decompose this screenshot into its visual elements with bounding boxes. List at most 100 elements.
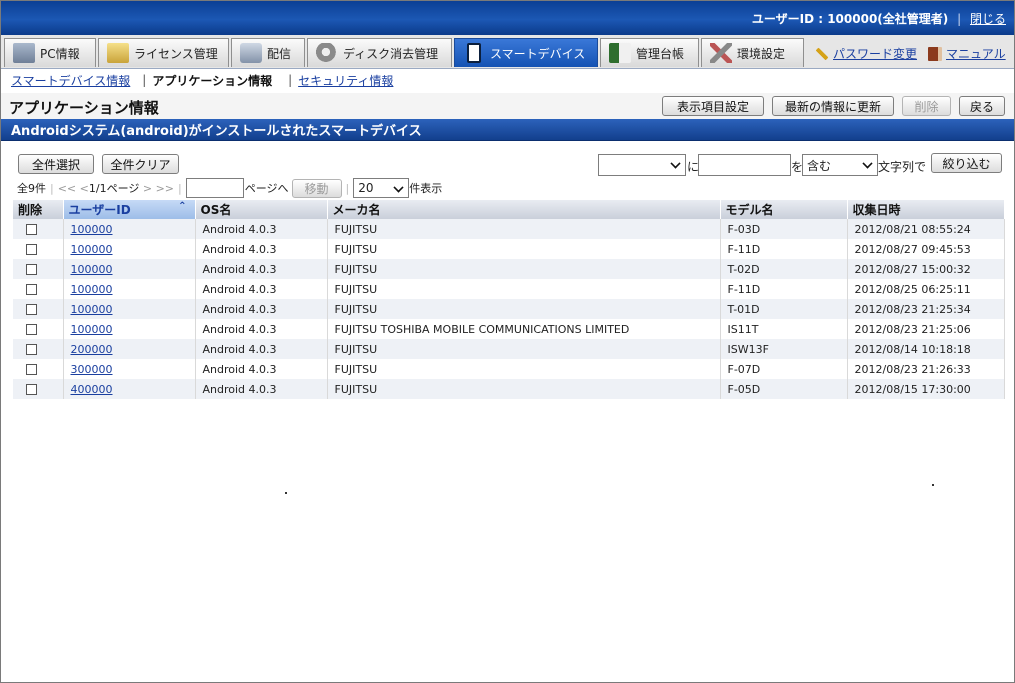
user-id-label: ユーザーID : 100000(全社管理者) <box>751 12 949 26</box>
date-cell: 2012/08/27 09:45:53 <box>847 239 1005 259</box>
row-delete-cell <box>13 259 64 279</box>
date-cell: 2012/08/23 21:25:34 <box>847 299 1005 319</box>
manual-icon <box>928 46 942 61</box>
os-cell: Android 4.0.3 <box>195 339 328 359</box>
tab-label: 管理台帳 <box>636 46 685 61</box>
model-cell: F-03D <box>720 219 848 239</box>
model-cell: F-11D <box>720 239 848 259</box>
separator: | <box>288 73 293 87</box>
user-id-link[interactable]: 400000 <box>71 383 113 396</box>
row-checkbox[interactable] <box>26 284 37 295</box>
sub-nav: スマートデバイス情報 | アプリケーション情報 | セキュリティ情報 <box>1 69 1014 91</box>
distribution-icon <box>240 43 262 63</box>
tab-disk-erase[interactable]: ディスク消去管理 <box>307 38 452 67</box>
os-cell: Android 4.0.3 <box>195 359 328 379</box>
back-button[interactable]: 戻る <box>959 96 1005 116</box>
clear-all-button[interactable]: 全件クリア <box>102 154 179 174</box>
pager: 全9件 | << < 1/1ページ > >> | ページへ 移動 | 20 件表… <box>17 178 442 198</box>
tab-pc-info[interactable]: PC情報 <box>4 38 96 67</box>
user-id-link[interactable]: 100000 <box>71 223 113 236</box>
row-checkbox[interactable] <box>26 364 37 375</box>
filter-text-input[interactable] <box>698 154 791 176</box>
model-cell: T-02D <box>720 259 848 279</box>
separator: | <box>50 181 54 195</box>
separator: | <box>142 73 147 87</box>
os-cell: Android 4.0.3 <box>195 239 328 259</box>
next-page-link[interactable]: > <box>143 182 152 195</box>
col-maker: メーカ名 <box>327 200 721 219</box>
tab-settings[interactable]: 環境設定 <box>701 38 804 67</box>
os-cell: Android 4.0.3 <box>195 219 328 239</box>
filter-field-select[interactable] <box>598 154 686 176</box>
table-body: 100000 Android 4.0.3 FUJITSU F-03D 2012/08/2… <box>13 219 1005 399</box>
filter-button[interactable]: 絞り込む <box>931 153 1002 173</box>
maker-cell: FUJITSU <box>327 219 721 239</box>
row-checkbox[interactable] <box>26 384 37 395</box>
select-all-button[interactable]: 全件選択 <box>18 154 94 174</box>
row-checkbox[interactable] <box>26 224 37 235</box>
maker-cell: FUJITSU <box>327 379 721 399</box>
table-row: 400000 Android 4.0.3 FUJITSU F-05D 2012/08/1… <box>13 379 1005 399</box>
prev-page-link[interactable]: < <box>80 182 89 195</box>
user-id-link[interactable]: 100000 <box>71 243 113 256</box>
row-checkbox[interactable] <box>26 304 37 315</box>
row-checkbox[interactable] <box>26 324 37 335</box>
separator: | <box>345 181 350 195</box>
pc-icon <box>13 43 35 63</box>
password-change-link[interactable]: パスワード変更 <box>815 45 917 62</box>
user-id-link[interactable]: 100000 <box>71 323 113 336</box>
row-delete-cell <box>13 339 64 359</box>
model-cell: F-05D <box>720 379 848 399</box>
tab-license[interactable]: ライセンス管理 <box>98 38 229 67</box>
date-cell: 2012/08/23 21:25:06 <box>847 319 1005 339</box>
row-delete-cell <box>13 279 64 299</box>
page-number-input[interactable] <box>185 178 244 198</box>
user-id-link[interactable]: 200000 <box>71 343 113 356</box>
model-cell: T-01D <box>720 299 848 319</box>
refresh-button[interactable]: 最新の情報に更新 <box>772 96 894 116</box>
subnav-security-info[interactable]: セキュリティ情報 <box>298 72 393 89</box>
subnav-smart-device-info[interactable]: スマートデバイス情報 <box>11 72 130 89</box>
user-id-link[interactable]: 100000 <box>71 283 113 296</box>
per-page-select[interactable]: 20 <box>353 178 410 198</box>
maker-cell: FUJITSU <box>327 259 721 279</box>
user-id-link[interactable]: 100000 <box>71 303 113 316</box>
col-user-id[interactable]: ユーザーID ⌃ <box>63 200 196 219</box>
tab-smart-device[interactable]: スマートデバイス <box>454 38 598 67</box>
user-id-cell: 100000 <box>63 279 196 299</box>
tab-distribution[interactable]: 配信 <box>231 38 305 67</box>
user-id-cell: 400000 <box>63 379 196 399</box>
user-id-link[interactable]: 100000 <box>71 263 113 276</box>
table-row: 100000 Android 4.0.3 FUJITSU F-11D 2012/08/2… <box>13 279 1005 299</box>
row-delete-cell <box>13 239 64 259</box>
col-delete: 削除 <box>13 200 64 219</box>
row-checkbox[interactable] <box>26 244 37 255</box>
os-cell: Android 4.0.3 <box>195 319 328 339</box>
tab-ledger[interactable]: 管理台帳 <box>600 38 699 67</box>
user-id-cell: 200000 <box>63 339 196 359</box>
go-button[interactable]: 移動 <box>291 178 342 198</box>
table-row: 300000 Android 4.0.3 FUJITSU F-07D 2012/08/2… <box>13 359 1005 379</box>
tools-icon <box>710 43 732 63</box>
row-checkbox[interactable] <box>26 344 37 355</box>
page-to-label: ページへ <box>244 182 289 195</box>
delete-button[interactable]: 削除 <box>902 96 951 116</box>
close-link[interactable]: 閉じる <box>970 12 1006 26</box>
table-row: 100000 Android 4.0.3 FUJITSU F-11D 2012/08/2… <box>13 239 1005 259</box>
disk-icon <box>316 43 338 63</box>
display-settings-button[interactable]: 表示項目設定 <box>662 96 764 116</box>
ledger-icon <box>609 43 631 63</box>
os-cell: Android 4.0.3 <box>195 279 328 299</box>
model-cell: ISW13F <box>720 339 848 359</box>
table-row: 100000 Android 4.0.3 FUJITSU TOSHIBA MOBIL… <box>13 319 1005 339</box>
row-delete-cell <box>13 219 64 239</box>
date-cell: 2012/08/15 17:30:00 <box>847 379 1005 399</box>
first-page-link[interactable]: << <box>58 182 76 195</box>
filter-mode-select[interactable]: 含む <box>802 154 878 176</box>
table-row: 100000 Android 4.0.3 FUJITSU T-01D 2012/08/2… <box>13 299 1005 319</box>
last-page-link[interactable]: >> <box>156 182 174 195</box>
row-checkbox[interactable] <box>26 264 37 275</box>
user-id-link[interactable]: 300000 <box>71 363 113 376</box>
manual-link[interactable]: マニュアル <box>928 45 1006 62</box>
chevron-down-icon <box>393 182 404 193</box>
